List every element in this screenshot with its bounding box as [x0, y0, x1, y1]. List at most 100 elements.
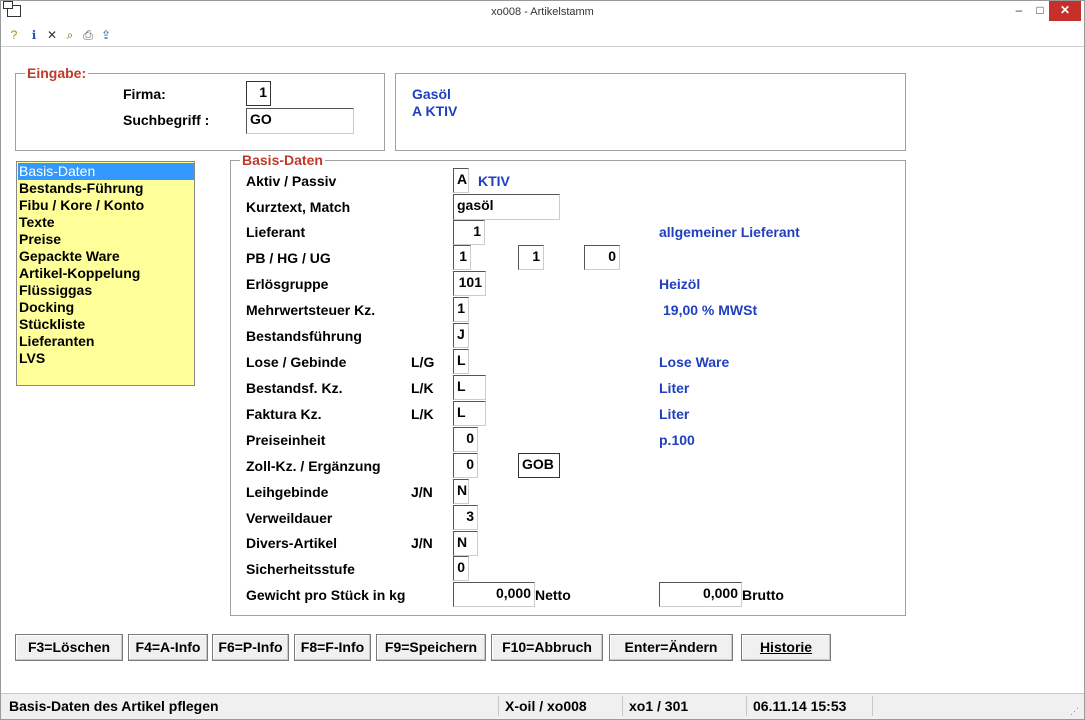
section-item-preise[interactable]: Preise: [18, 231, 194, 248]
faktura-kz-input[interactable]: L: [453, 401, 486, 426]
zoll-ergaenzung-input[interactable]: GOB: [518, 453, 560, 478]
section-item-stueckliste[interactable]: Stückliste: [18, 316, 194, 333]
section-item-basis-daten[interactable]: Basis-Daten: [18, 163, 194, 180]
resize-grip-icon[interactable]: ⋰: [1070, 706, 1080, 716]
bestandsfuehrung-label: Bestandsführung: [246, 328, 362, 344]
preiseinheit-label: Preiseinheit: [246, 432, 326, 448]
change-button[interactable]: Enter=Ändern: [609, 634, 733, 661]
divers-artikel-input[interactable]: N: [453, 531, 478, 556]
section-item-texte[interactable]: Texte: [18, 214, 194, 231]
bestandsfuehrung-input[interactable]: J: [453, 323, 469, 348]
f-info-button[interactable]: F8=F-Info: [294, 634, 371, 661]
suchbegriff-input[interactable]: GO: [246, 108, 354, 134]
brutto-input[interactable]: 0,000: [659, 582, 742, 607]
gewicht-label: Gewicht pro Stück in kg: [246, 587, 406, 603]
erloesgruppe-input[interactable]: 101: [453, 271, 486, 296]
firma-input[interactable]: 1: [246, 81, 271, 106]
leihgebinde-input[interactable]: N: [453, 479, 469, 504]
historie-button[interactable]: Historie: [741, 634, 831, 661]
faktura-kz-info: Liter: [659, 406, 690, 422]
maximize-button[interactable]: □: [1031, 1, 1049, 21]
search-icon[interactable]: ⌕: [63, 27, 77, 43]
article-status-info: A KTIV: [412, 103, 458, 119]
delete-button[interactable]: F3=Löschen: [15, 634, 123, 661]
section-item-bestands-fuehrung[interactable]: Bestands-Führung: [18, 180, 194, 197]
delete-icon[interactable]: ✕: [45, 27, 59, 43]
erloesgruppe-info: Heizöl: [659, 276, 701, 292]
erloesgruppe-label: Erlösgruppe: [246, 276, 329, 292]
info-icon[interactable]: ℹ: [27, 27, 41, 43]
sicherheitsstufe-label: Sicherheitsstufe: [246, 561, 355, 577]
lieferant-label: Lieferant: [246, 224, 306, 240]
export-icon[interactable]: ⇪: [99, 27, 113, 43]
brutto-label: Brutto: [742, 587, 784, 603]
pb-input[interactable]: 1: [453, 245, 471, 270]
mwst-info: 19,00 % MWSt: [663, 302, 758, 318]
faktura-kz-code: L/K: [411, 406, 434, 422]
close-button[interactable]: ✕: [1049, 1, 1081, 21]
sicherheitsstufe-input[interactable]: 0: [453, 556, 469, 581]
section-item-fluessiggas[interactable]: Flüssiggas: [18, 282, 194, 299]
window-title: xo008 - Artikelstamm: [491, 6, 594, 18]
hg-input[interactable]: 1: [518, 245, 544, 270]
leihgebinde-label: Leihgebinde: [246, 484, 329, 500]
kurztext-label: Kurztext, Match: [246, 199, 351, 215]
basis-daten-legend: Basis-Daten: [240, 152, 325, 168]
lose-gebinde-input[interactable]: L: [453, 349, 469, 374]
section-item-fibu-kore-konto[interactable]: Fibu / Kore / Konto: [18, 197, 194, 214]
cancel-button[interactable]: F10=Abbruch: [491, 634, 603, 661]
lose-gebinde-label: Lose / Gebinde: [246, 354, 347, 370]
suchbegriff-label: Suchbegriff :: [123, 112, 210, 128]
bestandsf-kz-label: Bestandsf. Kz.: [246, 380, 343, 396]
divers-artikel-code: J/N: [411, 535, 433, 551]
ug-input[interactable]: 0: [584, 245, 620, 270]
lose-gebinde-code: L/G: [411, 354, 435, 370]
bestandsf-kz-input[interactable]: L: [453, 375, 486, 400]
eingabe-legend: Eingabe:: [25, 65, 89, 81]
aktiv-info: KTIV: [478, 173, 510, 189]
preiseinheit-info: p.100: [659, 432, 695, 448]
status-datetime: 06.11.14 15:53: [753, 696, 873, 716]
section-item-docking[interactable]: Docking: [18, 299, 194, 316]
article-info-panel: [395, 73, 906, 151]
section-item-lieferanten[interactable]: Lieferanten: [18, 333, 194, 350]
help-icon[interactable]: ?: [7, 27, 21, 43]
save-button[interactable]: F9=Speichern: [376, 634, 486, 661]
section-list[interactable]: Basis-Daten Bestands-Führung Fibu / Kore…: [16, 161, 195, 386]
a-info-button[interactable]: F4=A-Info: [128, 634, 208, 661]
status-system: X-oil / xo008: [505, 696, 623, 716]
preiseinheit-input[interactable]: 0: [453, 427, 478, 452]
section-item-gepackte-ware[interactable]: Gepackte Ware: [18, 248, 194, 265]
lose-gebinde-info: Lose Ware: [659, 354, 730, 370]
status-message: Basis-Daten des Artikel pflegen: [9, 696, 499, 716]
faktura-kz-label: Faktura Kz.: [246, 406, 322, 422]
lieferant-info: allgemeiner Lieferant: [659, 224, 800, 240]
section-item-artikel-koppelung[interactable]: Artikel-Koppelung: [18, 265, 194, 282]
zoll-input[interactable]: 0: [453, 453, 478, 478]
netto-label: Netto: [535, 587, 571, 603]
bestandsf-kz-info: Liter: [659, 380, 690, 396]
title-bar: xo008 - Artikelstamm – □ ✕: [1, 1, 1084, 25]
zoll-label: Zoll-Kz. / Ergänzung: [246, 458, 381, 474]
leihgebinde-code: J/N: [411, 484, 433, 500]
aktiv-input[interactable]: A: [453, 168, 469, 193]
application-window: xo008 - Artikelstamm – □ ✕ ? ℹ ✕ ⌕ ⎙ ⇪ E…: [0, 0, 1085, 720]
firma-label: Firma:: [123, 86, 166, 102]
print-icon[interactable]: ⎙: [81, 27, 95, 43]
verweildauer-input[interactable]: 3: [453, 505, 478, 530]
minimize-button[interactable]: –: [1007, 1, 1031, 21]
pb-hg-ug-label: PB / HG / UG: [246, 250, 331, 266]
toolbar-divider: [1, 46, 1084, 47]
status-bar: Basis-Daten des Artikel pflegen X-oil / …: [1, 693, 1084, 719]
divers-artikel-label: Divers-Artikel: [246, 535, 338, 551]
p-info-button[interactable]: F6=P-Info: [212, 634, 289, 661]
netto-input[interactable]: 0,000: [453, 582, 535, 607]
lieferant-input[interactable]: 1: [453, 220, 485, 245]
kurztext-input[interactable]: gasöl: [453, 194, 560, 220]
mwst-label: Mehrwertsteuer Kz.: [246, 302, 376, 318]
mwst-input[interactable]: 1: [453, 297, 469, 322]
status-user: xo1 / 301: [629, 696, 747, 716]
section-item-lvs[interactable]: LVS: [18, 350, 194, 367]
verweildauer-label: Verweildauer: [246, 510, 333, 526]
aktiv-label: Aktiv / Passiv: [246, 173, 337, 189]
